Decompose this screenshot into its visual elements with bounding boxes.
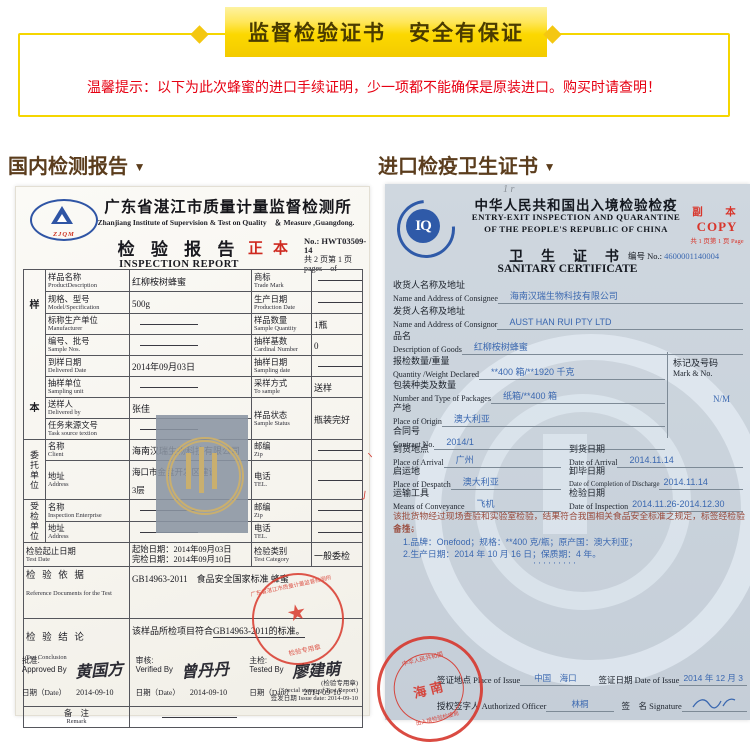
report-pages-cn: 共 2 页第 1 页 — [304, 255, 374, 264]
copy-mark-block: 副 本 COPY 共 1 页第 1 页 Page — [686, 204, 748, 245]
report-title-cn: 检 验 报 告 — [104, 235, 254, 260]
section-title-text: 国内检测报告 — [8, 156, 128, 178]
signature-verified: 审核:Verified By 曾丹丹 日期（Date）2014-09-10 — [136, 657, 250, 698]
table-row: 检验起止日期Test Date 起始日期：2014年09月03日 完检日期：20… — [24, 543, 363, 567]
field-consignee: 收货人名称及地址 Name and Address of Consignee海南… — [393, 280, 743, 304]
table-row: 样本 样品名称ProductDescription 红柳桉树蜂蜜 商标Trade… — [24, 270, 363, 292]
field-consignor: 发货人名称及地址 Name and Address of ConsignorAU… — [393, 306, 743, 330]
signature-approved: 批准:Approved By 黄国方 日期（Date）2014-09-10 — [22, 657, 136, 698]
blank-line — [140, 387, 198, 388]
end-dots: ········· — [533, 558, 578, 568]
table-row: 标称生产单位Manufacturer 样品数量Sample Quantity 1… — [24, 314, 363, 335]
field-quantity: 报检数量/重量 Quantity /Weight Declared**400 箱… — [393, 356, 665, 380]
signature-row: 批准:Approved By 黄国方 日期（Date）2014-09-10 审核… — [22, 657, 363, 698]
blank-line — [318, 532, 362, 533]
banner-title: 监督检验证书 安全有保证 — [225, 7, 547, 57]
certificate-number: 编号 No.: 4600001140004 — [628, 250, 719, 262]
report-title: 检 验 报 告 INSPECTION REPORT — [104, 235, 254, 270]
field-mark-no: 标记及号码 Mark & No. N/M — [673, 356, 743, 404]
blank-line — [140, 345, 198, 346]
table-row: 抽样单位Sampling unit 采样方式To sample 送样 — [24, 377, 363, 398]
blank-line — [318, 302, 362, 303]
field-inspection-date: 检验日期 Date of Inspection2014.11.26-2014.1… — [569, 488, 743, 512]
hanruitang-watermark — [156, 415, 248, 533]
org-name-en2: OF THE PEOPLE'S REPUBLIC OF CHINA — [443, 224, 709, 234]
original-copy-mark: 正本 — [248, 237, 298, 258]
table-row: 规格、型号Model/Specification 500g 生产日期Produc… — [24, 292, 363, 314]
mark-box-divider — [667, 352, 668, 438]
red-quarantine-stamp: 中华人民共和国 海南 出入境检验检疫局 — [366, 625, 494, 753]
field-goods: 品名 Description of Goods红柳桉树蜂蜜 — [393, 331, 743, 355]
institute-name-cn: 广东省湛江市质量计量监督检测所 — [94, 195, 362, 217]
table-row: 备 注Remark — [24, 707, 363, 728]
institute-name-en: Zhanjiang Institute of Supervision & Tes… — [86, 217, 366, 228]
section-title-text: 进口检疫卫生证书 — [378, 156, 538, 178]
blank-line — [140, 324, 198, 325]
table-row: 到样日期Delivered Date 2014年09月03日 抽样日期Sampl… — [24, 356, 363, 377]
chevron-down-icon: ▼ — [544, 160, 556, 174]
signature-name: 黄国方 — [74, 655, 124, 682]
blank-line — [318, 450, 362, 451]
section-title-import-certificate[interactable]: 进口检疫卫生证书 ▼ — [378, 150, 555, 179]
sanitary-certificate: 1 r IQ 中华人民共和国出入境检验检疫 ENTRY-EXIT INSPECT… — [385, 184, 750, 720]
field-arrival-place: 到货地点 Place of Arrival广州 — [393, 444, 561, 468]
org-name-cn: 中华人民共和国出入境检验检疫 — [451, 194, 701, 214]
conclusion-text: 该样品所检项目符合 — [132, 626, 213, 636]
client-group-label: 委托单位 — [24, 440, 46, 500]
domestic-inspection-report: ZJQM 广东省湛江市质量计量监督检测所 Zhanjiang Institute… — [15, 186, 370, 716]
star-icon: ★ — [251, 592, 342, 635]
zjqm-logo-text: ZJQM — [32, 231, 96, 238]
sample-group-char: 样 — [26, 296, 43, 311]
section-title-domestic-report[interactable]: 国内检测报告 ▼ — [8, 150, 145, 179]
blank-line — [162, 717, 237, 718]
field-discharge-date: 卸毕日期 Date of Completion of Discharge2014… — [569, 466, 743, 490]
blank-line — [318, 280, 362, 281]
certificate-title-en: SANITARY CERTIFICATE — [385, 263, 750, 275]
blank-line — [318, 366, 362, 367]
field-arrival-date: 到货日期 Date of Arrival2014.11.14 — [569, 444, 743, 468]
tip-text: 温馨提示：以下为此次蜂蜜的进口手续证明，少一项都不能确保是原装进口。购买时请查明… — [20, 77, 728, 97]
chevron-down-icon: ▼ — [134, 160, 146, 174]
footer-issue-line: 签证地点 Place of Issue 中国 海口 签证日期 Date of I… — [437, 672, 747, 686]
blank-line — [318, 510, 362, 511]
handwritten-signature — [691, 696, 737, 710]
blank-line — [318, 480, 362, 481]
remark-label: 备注： — [393, 522, 419, 535]
field-packages: 包装种类及数量 Number and Type of Packages纸箱/**… — [393, 380, 665, 404]
field-conveyance: 运输工具 Means of Conveyance飞机 — [393, 488, 561, 512]
inspected-group-label: 受检单位 — [24, 500, 46, 543]
field-despatch-place: 启运地 Place of Despatch澳大利亚 — [393, 466, 561, 490]
signature-name: 曾丹丹 — [180, 655, 230, 682]
field-origin: 产地 Place of Origin澳大利亚 — [393, 403, 665, 427]
table-row: 编号、批号Sample Nos. 抽样基数Cardinal Number 0 — [24, 335, 363, 356]
report-number-block: No.: HWT03509-14 共 2 页第 1 页 pages of — [304, 237, 374, 273]
inspection-statement: 该批货物经过现场查验和实验室检验，结果符合我国相关食品安全标准之规定，标签经检验… — [393, 510, 745, 534]
org-name-en1: ENTRY-EXIT INSPECTION AND QUARANTINE — [443, 212, 709, 222]
sample-group-char: 本 — [26, 399, 43, 414]
